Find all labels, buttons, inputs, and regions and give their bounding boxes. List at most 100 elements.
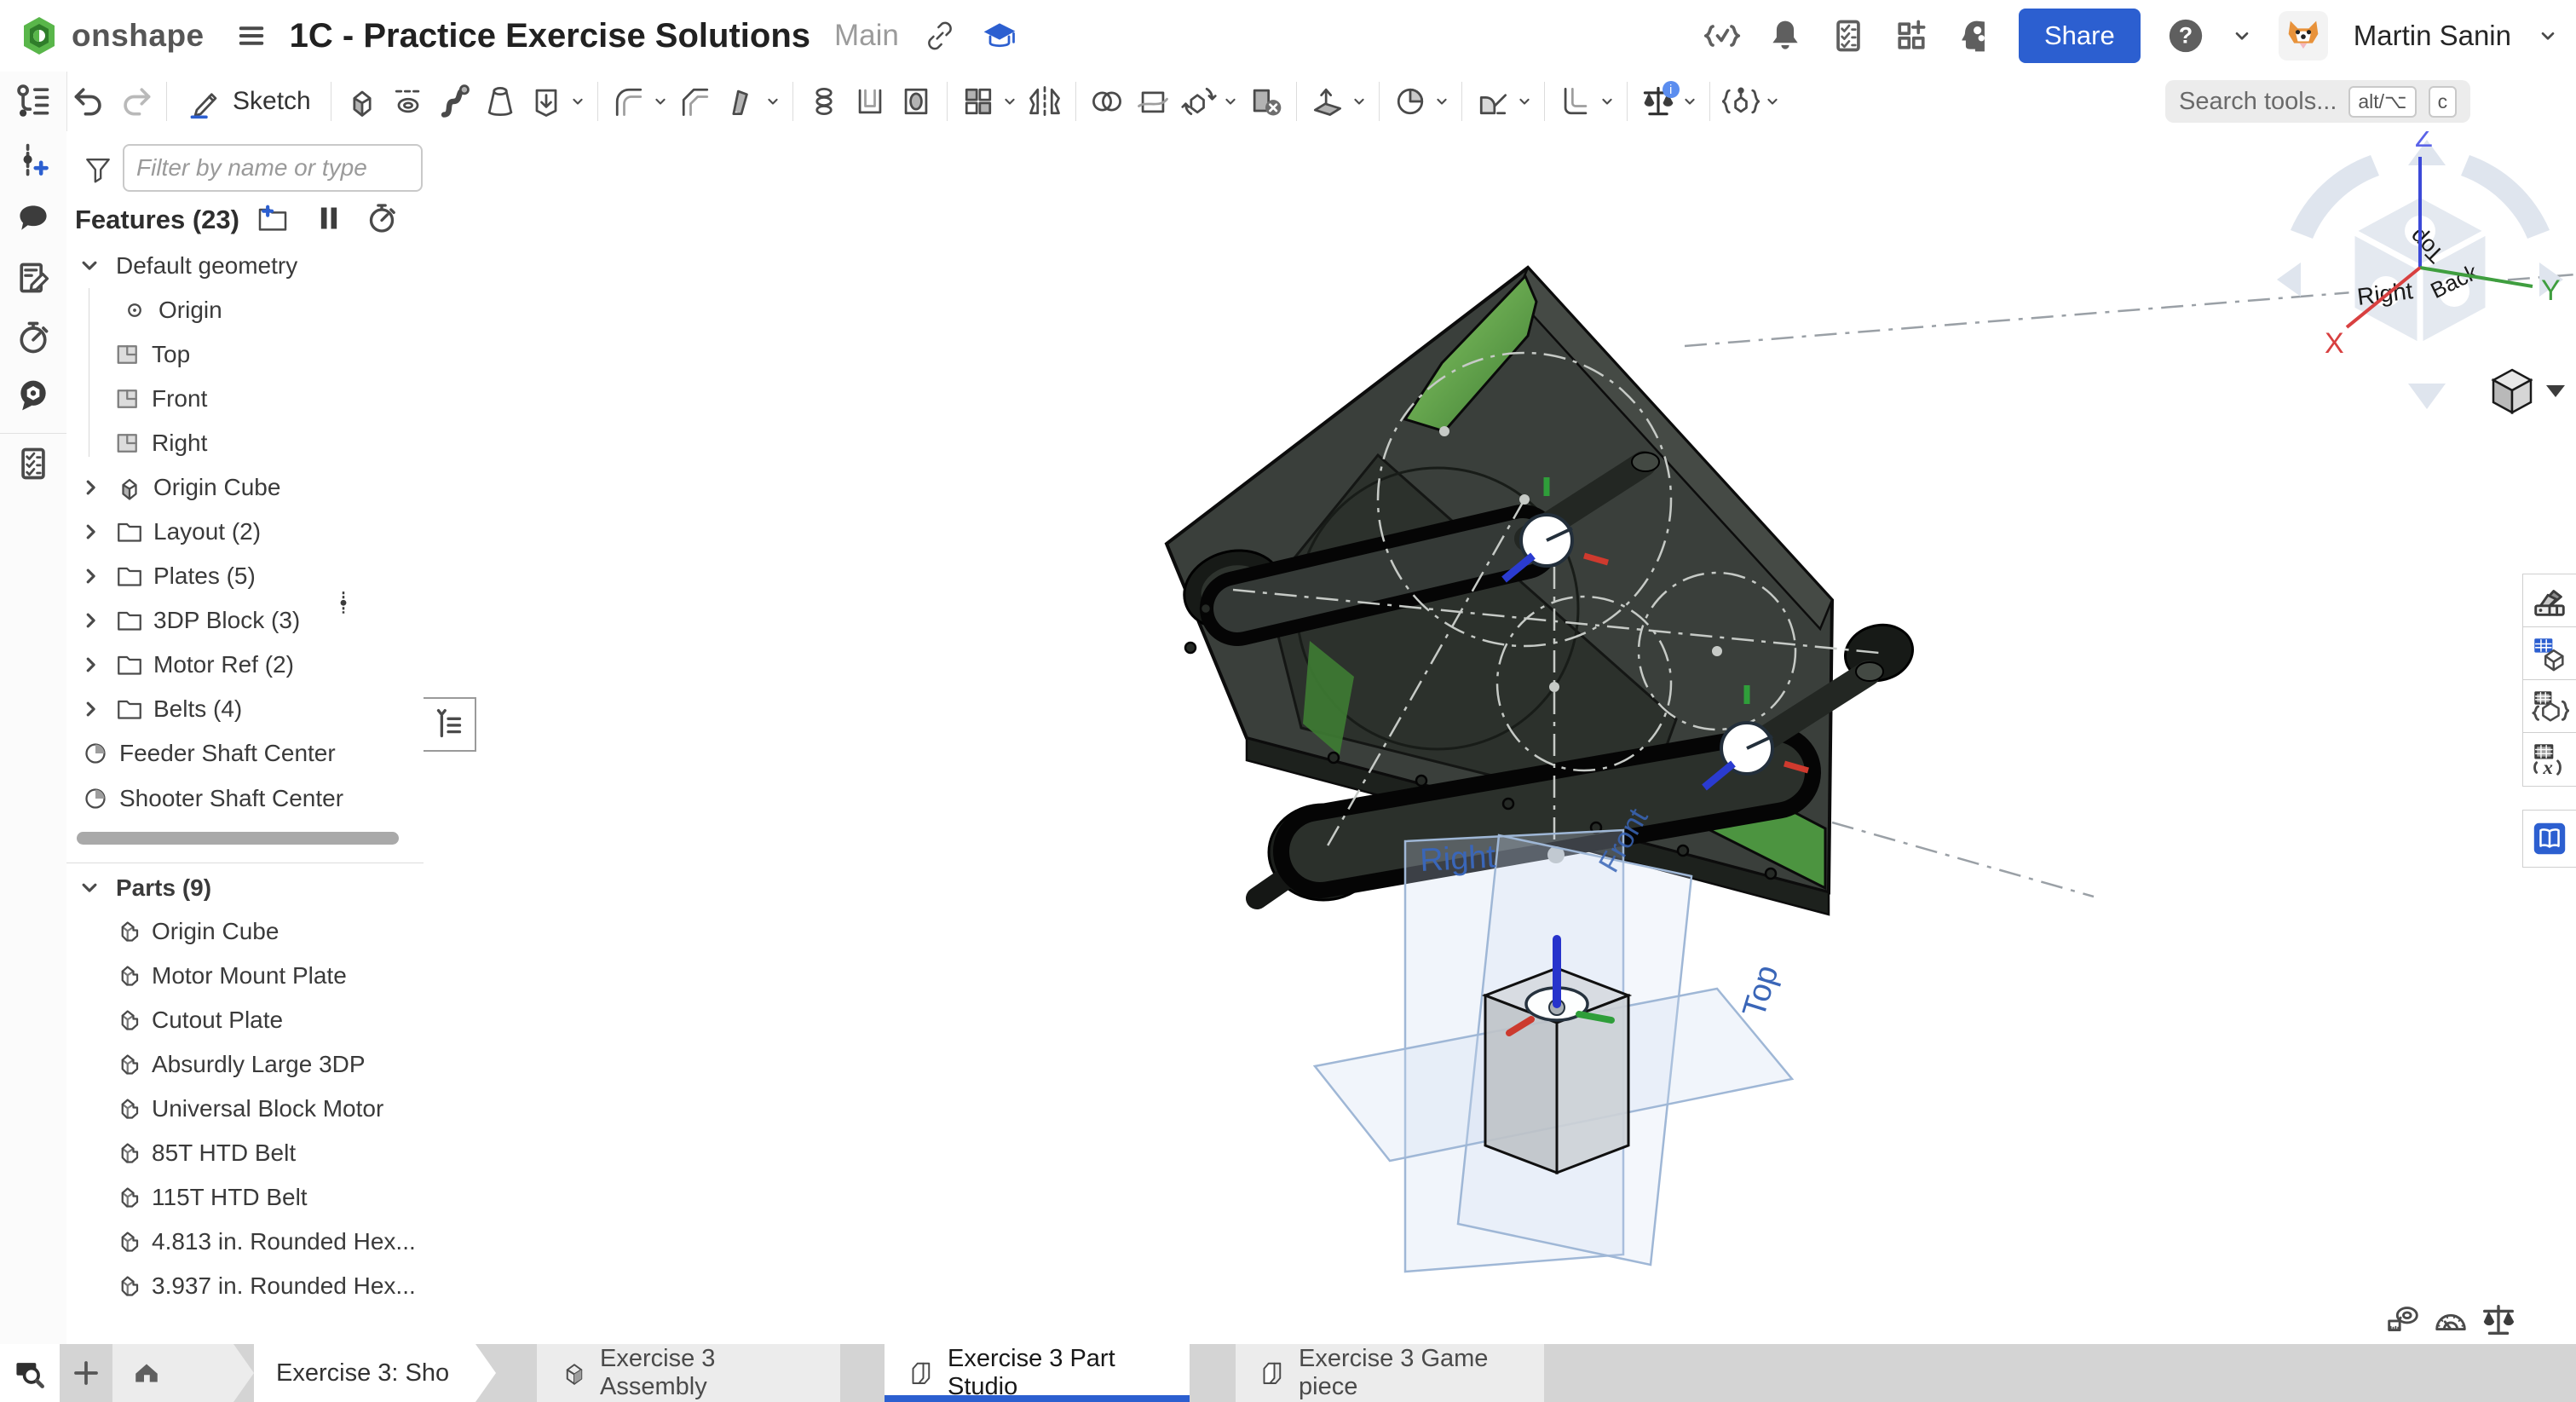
protractor-icon[interactable]	[2431, 1301, 2470, 1340]
filter-input[interactable]	[123, 144, 423, 192]
document-link-icon[interactable]	[923, 19, 957, 53]
parts-section-header[interactable]: Parts (9)	[66, 867, 424, 909]
user-avatar[interactable]	[2279, 11, 2328, 61]
help-question-icon[interactable]	[2166, 16, 2205, 55]
part-row[interactable]: Universal Block Motor	[66, 1088, 424, 1130]
tree-item-right-plane[interactable]: Right	[66, 422, 424, 464]
configurations-panel-button[interactable]	[2522, 679, 2576, 734]
tree-item-shooter-shaft-center[interactable]: Shooter Shaft Center	[66, 777, 424, 820]
flange-button[interactable]	[1553, 78, 1599, 125]
comments-icon[interactable]	[14, 199, 52, 237]
chevron-down-icon[interactable]	[2231, 25, 2253, 47]
view-options-cube-icon[interactable]	[2493, 370, 2565, 413]
linear-pattern-button[interactable]	[955, 78, 1001, 125]
transform-menu-caret[interactable]	[1222, 78, 1242, 125]
tree-item-feeder-shaft-center[interactable]: Feeder Shaft Center	[66, 732, 424, 775]
thicken-menu-caret[interactable]	[569, 78, 590, 125]
fillet-menu-caret[interactable]	[652, 78, 672, 125]
measure-menu-caret[interactable]	[1681, 78, 1702, 125]
part-row[interactable]: Absurdly Large 3DP	[66, 1043, 424, 1086]
rollback-stopwatch-icon[interactable]	[365, 201, 399, 235]
extrude-button[interactable]	[339, 78, 385, 125]
tree-item-default-geometry[interactable]: Default geometry	[66, 245, 424, 287]
variables-panel-button[interactable]	[2522, 732, 2576, 787]
part-row[interactable]: 3.937 in. Rounded Hex...	[66, 1265, 424, 1307]
fillet-button[interactable]	[606, 78, 652, 125]
undo-button[interactable]	[66, 78, 112, 125]
ai-advisor-head-icon[interactable]	[1956, 17, 1993, 55]
tree-item-front-plane[interactable]: Front	[66, 378, 424, 420]
chevron-right-icon[interactable]	[78, 475, 104, 500]
learning-cap-icon[interactable]	[981, 17, 1018, 55]
chevron-right-icon[interactable]	[78, 608, 104, 633]
top-plane-label[interactable]: Top	[1736, 961, 1785, 1022]
tasks-checklist-icon[interactable]	[1830, 17, 1867, 55]
helix-menu-caret[interactable]	[1433, 78, 1454, 125]
user-name[interactable]: Martin Sanin	[2354, 20, 2511, 52]
3d-scene[interactable]: Right Front Top Top Righ	[424, 131, 2576, 1344]
view-options-caret[interactable]	[2546, 385, 2565, 397]
helix-button[interactable]	[1387, 78, 1433, 125]
chevron-down-icon[interactable]	[2537, 25, 2559, 47]
tree-item-belts-folder[interactable]: Belts (4)	[66, 688, 424, 730]
sheet-metal-menu-caret[interactable]	[1516, 78, 1536, 125]
tree-item-top-plane[interactable]: Top	[66, 333, 424, 376]
onshape-logo[interactable]: onshape	[19, 15, 205, 56]
create-version-plus-icon[interactable]	[14, 141, 52, 179]
transform-button[interactable]	[1176, 78, 1222, 125]
draft-button[interactable]	[718, 78, 764, 125]
tree-item-layout-folder[interactable]: Layout (2)	[66, 511, 424, 553]
learning-panel-button[interactable]	[2522, 810, 2576, 868]
notifications-bell-icon[interactable]	[1766, 17, 1804, 55]
tree-item-plates-folder[interactable]: Plates (5)	[66, 555, 424, 597]
right-plane-label[interactable]: Right	[1419, 839, 1496, 879]
part-table-panel-button[interactable]	[2522, 626, 2576, 681]
part-row[interactable]: 4.813 in. Rounded Hex...	[66, 1220, 424, 1263]
pattern-menu-caret[interactable]	[1001, 78, 1022, 125]
chamfer-button[interactable]	[672, 78, 718, 125]
part-row[interactable]: Origin Cube	[66, 910, 424, 953]
filter-funnel-icon[interactable]	[82, 153, 114, 186]
part-row[interactable]: 115T HTD Belt	[66, 1176, 424, 1219]
model-canvas[interactable]: Right Front Top Top Righ	[424, 131, 2576, 1344]
rib-button[interactable]	[801, 78, 847, 125]
mirror-button[interactable]	[1022, 78, 1068, 125]
home-tab[interactable]	[112, 1344, 254, 1402]
pause-icon[interactable]	[312, 201, 346, 235]
tree-item-3dp-block-folder[interactable]: 3DP Block (3)	[66, 599, 424, 642]
tab-document-crumb[interactable]: Exercise 3: Sho	[254, 1344, 496, 1402]
redo-button[interactable]	[112, 78, 158, 125]
search-tools[interactable]: Search tools... alt/⌥ c	[2165, 80, 2470, 123]
thicken-button[interactable]	[523, 78, 569, 125]
draft-menu-caret[interactable]	[764, 78, 785, 125]
chevron-down-icon[interactable]	[77, 253, 102, 279]
hamburger-menu-icon[interactable]	[233, 18, 269, 54]
notes-pencil-icon[interactable]	[14, 259, 52, 297]
version-tree-icon[interactable]	[14, 82, 52, 119]
split-button[interactable]	[1130, 78, 1176, 125]
move-face-menu-caret[interactable]	[1351, 78, 1371, 125]
appearance-panel-button[interactable]	[2522, 574, 2576, 628]
featurescript-button[interactable]	[1718, 78, 1764, 125]
tree-item-origin-cube[interactable]: Origin Cube	[66, 466, 424, 509]
move-face-button[interactable]	[1305, 78, 1351, 125]
shell-button[interactable]	[847, 78, 893, 125]
featurescript-braces-icon[interactable]	[1703, 17, 1741, 55]
loft-button[interactable]	[477, 78, 523, 125]
featurescript-menu-caret[interactable]	[1764, 78, 1784, 125]
performance-stopwatch-icon[interactable]	[14, 319, 52, 356]
part-row[interactable]: Cutout Plate	[66, 999, 424, 1041]
chevron-right-icon[interactable]	[78, 563, 104, 589]
boolean-button[interactable]	[1084, 78, 1130, 125]
snapshot-search-cell[interactable]	[0, 1344, 60, 1402]
flange-menu-caret[interactable]	[1599, 78, 1619, 125]
sweep-button[interactable]	[431, 78, 477, 125]
feedback-onshape-icon[interactable]	[14, 377, 52, 414]
measure-scale-button[interactable]: i	[1635, 78, 1681, 125]
tab-exercise-3-assembly[interactable]: Exercise 3 Assembly	[537, 1344, 840, 1402]
horizontal-scrollbar[interactable]	[77, 832, 399, 845]
feature-list-flyout-button[interactable]	[424, 697, 476, 752]
tree-item-origin[interactable]: Origin	[66, 289, 424, 332]
chevron-right-icon[interactable]	[78, 652, 104, 678]
tab-exercise-3-part-studio[interactable]: Exercise 3 Part Studio	[885, 1344, 1190, 1402]
